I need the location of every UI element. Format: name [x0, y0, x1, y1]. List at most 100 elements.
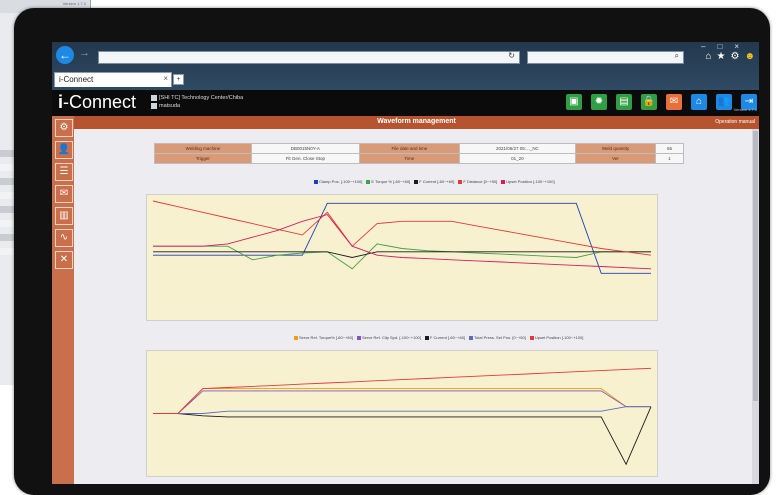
welding-machine-label: Welding machine	[154, 143, 252, 154]
back-button[interactable]: ←	[56, 46, 74, 64]
gear-icon[interactable]: ⚙	[731, 51, 740, 62]
legend-swatch	[469, 336, 474, 341]
operation-manual-link[interactable]: Operation manual	[715, 119, 755, 125]
waveform-icon[interactable]: ∿	[55, 229, 73, 247]
legend-swatch	[424, 336, 429, 341]
legend-label: Upset Position [-100~+100]	[534, 335, 584, 341]
table-row: Trigger Fit Gen. Close Stop Time 01_20 V…	[154, 153, 685, 164]
legend-item: Serve Ref. Clip Spd. [-100~+100]	[356, 335, 421, 341]
legend-label: F Distance [0~+50]	[463, 179, 498, 185]
tablet-frame: ← → ↻ ⌕ –□× ⌂ ★ ⚙ ☻ i-Connect × + i-Connec	[14, 8, 770, 495]
legend-item: Serve Ref. Torque% [-60~+60]	[294, 335, 353, 341]
star-icon[interactable]: ★	[717, 51, 726, 62]
app-version: Version 1.7.0	[733, 107, 757, 112]
tools-icon[interactable]: ✕	[55, 251, 73, 269]
legend-item: Total Press. Set Pos. [0~+50]	[469, 335, 526, 341]
site-name: [SHI TC] Technology Center/Chiba	[159, 95, 244, 101]
legend-item: Upset Position [-100~+100]	[501, 179, 555, 185]
series-line-3	[153, 251, 651, 258]
series-line-4	[152, 200, 652, 256]
series-line-3	[153, 406, 652, 466]
close-button[interactable]: ×	[734, 42, 751, 51]
browser-nav-icons: ⌂ ★ ⚙ ☻	[700, 51, 755, 62]
waveform-info-table: Welding machine DB0015N0Y-A File date an…	[154, 143, 685, 164]
time-label: Time	[358, 153, 460, 164]
ver-value: 1	[654, 153, 685, 164]
site-info: [SHI TC] Technology Center/Chiba matsuda	[151, 94, 243, 110]
legend-swatch	[501, 180, 506, 185]
legend-swatch	[414, 180, 419, 185]
tab-title: i-Connect	[59, 75, 94, 84]
people-icon[interactable]: 👤	[55, 141, 73, 159]
home-icon[interactable]: ⌂	[691, 94, 707, 110]
waveform-chart-1	[146, 194, 658, 321]
users-icon[interactable]: 👥	[716, 94, 732, 110]
screen: ← → ↻ ⌕ –□× ⌂ ★ ⚙ ☻ i-Connect × + i-Connec	[52, 42, 759, 484]
monitor-icon[interactable]: ▣	[566, 94, 582, 110]
legend-label: E Torque % [-60~+60]	[371, 179, 411, 185]
table-row: Welding machine DB0015N0Y-A File date an…	[154, 143, 685, 154]
minimize-button[interactable]: –	[701, 42, 717, 51]
smiley-icon[interactable]: ☻	[744, 51, 755, 62]
user-name: matsuda	[159, 103, 181, 109]
user-icon	[151, 102, 157, 109]
building-icon	[151, 94, 157, 101]
gear-settings-icon[interactable]: ✹	[591, 94, 607, 110]
ver-label: Ver	[575, 153, 656, 164]
trigger-value: Fit Gen. Close Stop	[250, 153, 360, 164]
tab-close-icon[interactable]: ×	[163, 74, 168, 83]
legend-item: F Current [-60~+60]	[414, 179, 455, 185]
legend-swatch	[458, 180, 463, 185]
chart1-legend: Clamp Pos. [-100~+100] E Torque % [-60~+6…	[314, 179, 559, 185]
list-icon[interactable]: ☰	[55, 163, 73, 181]
maximize-button[interactable]: □	[717, 42, 734, 51]
legend-item: Upset Position [-100~+100]	[529, 335, 584, 341]
page-title-bar: Waveform management Operation manual	[74, 116, 759, 129]
waveform-chart-2	[146, 350, 658, 477]
new-tab-button[interactable]: +	[173, 74, 184, 85]
mail-icon[interactable]: ✉	[55, 185, 73, 203]
lock-icon[interactable]: 🔒	[641, 94, 657, 110]
address-bar[interactable]: ↻	[98, 51, 520, 64]
forward-button[interactable]: →	[79, 47, 90, 59]
trigger-label: Trigger	[154, 153, 252, 164]
scrollbar[interactable]	[752, 129, 759, 484]
chart2-legend: Serve Ref. Torque% [-60~+60] Serve Ref. C…	[294, 335, 587, 341]
weld-quantity-label: Weld quantity	[575, 143, 656, 154]
scrollbar-thumb[interactable]	[753, 131, 758, 401]
app-header: i-Connect [SHI TC] Technology Center/Chi…	[52, 90, 759, 116]
legend-label: F Current [-60~+60]	[419, 179, 455, 185]
app-logo: i-Connect	[58, 92, 137, 112]
refresh-icon[interactable]: ↻	[508, 51, 515, 60]
legend-swatch	[366, 180, 371, 185]
legend-swatch	[356, 336, 361, 341]
search-input[interactable]: ⌕	[527, 51, 684, 64]
browser-tab[interactable]: i-Connect ×	[54, 72, 172, 87]
search-icon[interactable]: ⌕	[675, 51, 679, 61]
bar-chart-icon[interactable]: ▥	[55, 207, 73, 225]
legend-item: F Distance [0~+50]	[458, 179, 498, 185]
welder-icon[interactable]: ⚙	[55, 119, 73, 137]
window-controls: –□×	[701, 42, 751, 51]
series-line-1	[153, 202, 651, 274]
series-line-2	[153, 390, 651, 414]
legend-item: Clamp Pos. [-100~+100]	[314, 179, 363, 185]
legend-label: Serve Ref. Torque% [-60~+60]	[299, 335, 353, 341]
legend-swatch	[294, 336, 298, 341]
browser-toolbar: ← → ↻ ⌕ –□× ⌂ ★ ⚙ ☻ i-Connect × +	[52, 42, 759, 90]
time-value: 01_20	[458, 153, 577, 164]
document-icon[interactable]: ▤	[616, 94, 632, 110]
series-line-1	[153, 388, 651, 414]
background-window-version: Version 1.7.0	[62, 1, 86, 6]
home-icon[interactable]: ⌂	[705, 51, 711, 62]
weld-quantity-value: 65	[654, 143, 685, 154]
legend-label: Serve Ref. Clip Spd. [-100~+100]	[361, 335, 421, 341]
series-line-5	[153, 214, 652, 270]
legend-item: E Torque % [-60~+60]	[366, 179, 411, 185]
legend-item: F Current [-60~+60]	[424, 335, 465, 341]
file-date-value: 2021/06/27 05:..._NC	[458, 143, 577, 154]
page-title: Waveform management	[377, 118, 456, 125]
legend-label: Clamp Pos. [-100~+100]	[319, 179, 363, 185]
file-date-label: File date and time	[358, 143, 460, 154]
chat-icon[interactable]: ✉	[666, 94, 682, 110]
